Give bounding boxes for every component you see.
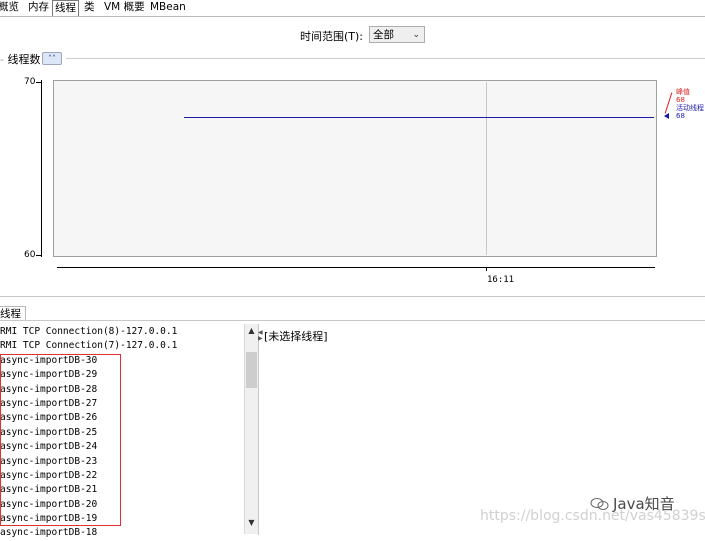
tab-overview[interactable]: 概览 [0, 0, 21, 15]
legend-live-name: 活动线程 [676, 104, 704, 112]
tab-vm-summary[interactable]: VM 概要 [102, 0, 147, 15]
y-tick [36, 255, 42, 256]
tab-mbeans[interactable]: MBean [148, 0, 188, 15]
split-divider[interactable] [258, 324, 259, 535]
x-tick [486, 267, 487, 271]
double-chevron-up-icon[interactable]: ˄˄ [42, 52, 62, 65]
peak-marker [664, 92, 673, 114]
y-tick-label: 70 [24, 77, 36, 87]
scroll-down-icon[interactable]: ▼ [245, 518, 258, 527]
chart-y-axis [41, 80, 42, 257]
chevron-down-icon: ⌄ [412, 30, 420, 40]
highlight-box [0, 354, 121, 526]
chart-section-title: - 线程数 [0, 51, 44, 67]
time-range-select[interactable]: 全部 ⌄ [369, 26, 425, 43]
threads-panel-tab[interactable]: 线程 [0, 306, 26, 321]
scroll-up-icon[interactable]: ▲ [245, 326, 258, 335]
legend-peak-name: 峰值 [676, 88, 690, 96]
chart-x-axis [57, 267, 655, 268]
thread-list-item[interactable]: RMI TCP Connection(7)-127.0.0.1 [0, 339, 245, 353]
tab-memory[interactable]: 内存 [26, 0, 51, 15]
tab-threads[interactable]: 线程 [52, 0, 79, 16]
thread-list-item[interactable]: async-importDB-18 [0, 526, 245, 540]
series-line-active-threads [184, 117, 654, 118]
legend-peak: 峰值 68 [676, 88, 690, 104]
tab-bar: 概览 内存 线程 类 VM 概要 MBean [0, 0, 705, 17]
section-divider [66, 58, 705, 59]
chart-plot-area [53, 80, 657, 257]
section-divider [0, 320, 705, 321]
time-range-label: 时间范围(T): [300, 30, 364, 43]
scroll-thumb[interactable] [246, 352, 257, 388]
section-divider [0, 296, 705, 297]
y-tick [36, 82, 42, 83]
thread-detail-text: [未选择线程] [264, 330, 328, 343]
thread-list-scrollbar[interactable]: ▲ ▼ [244, 324, 258, 534]
split-arrows-icon[interactable]: ◀ ▶ [258, 330, 263, 342]
chart-gridline [486, 82, 487, 255]
tab-classes[interactable]: 类 [82, 0, 97, 15]
legend-peak-value: 68 [676, 96, 685, 104]
y-tick-label: 60 [24, 250, 36, 260]
thread-list-item[interactable]: RMI TCP Connection(8)-127.0.0.1 [0, 325, 245, 339]
legend-live: 活动线程 68 [676, 104, 704, 120]
watermark: https://blog.csdn.net/vas45839sd [480, 508, 705, 524]
time-range-value: 全部 [373, 29, 394, 41]
legend-live-value: 68 [676, 112, 685, 120]
live-marker [664, 113, 669, 119]
x-tick-label: 16:11 [487, 275, 515, 285]
